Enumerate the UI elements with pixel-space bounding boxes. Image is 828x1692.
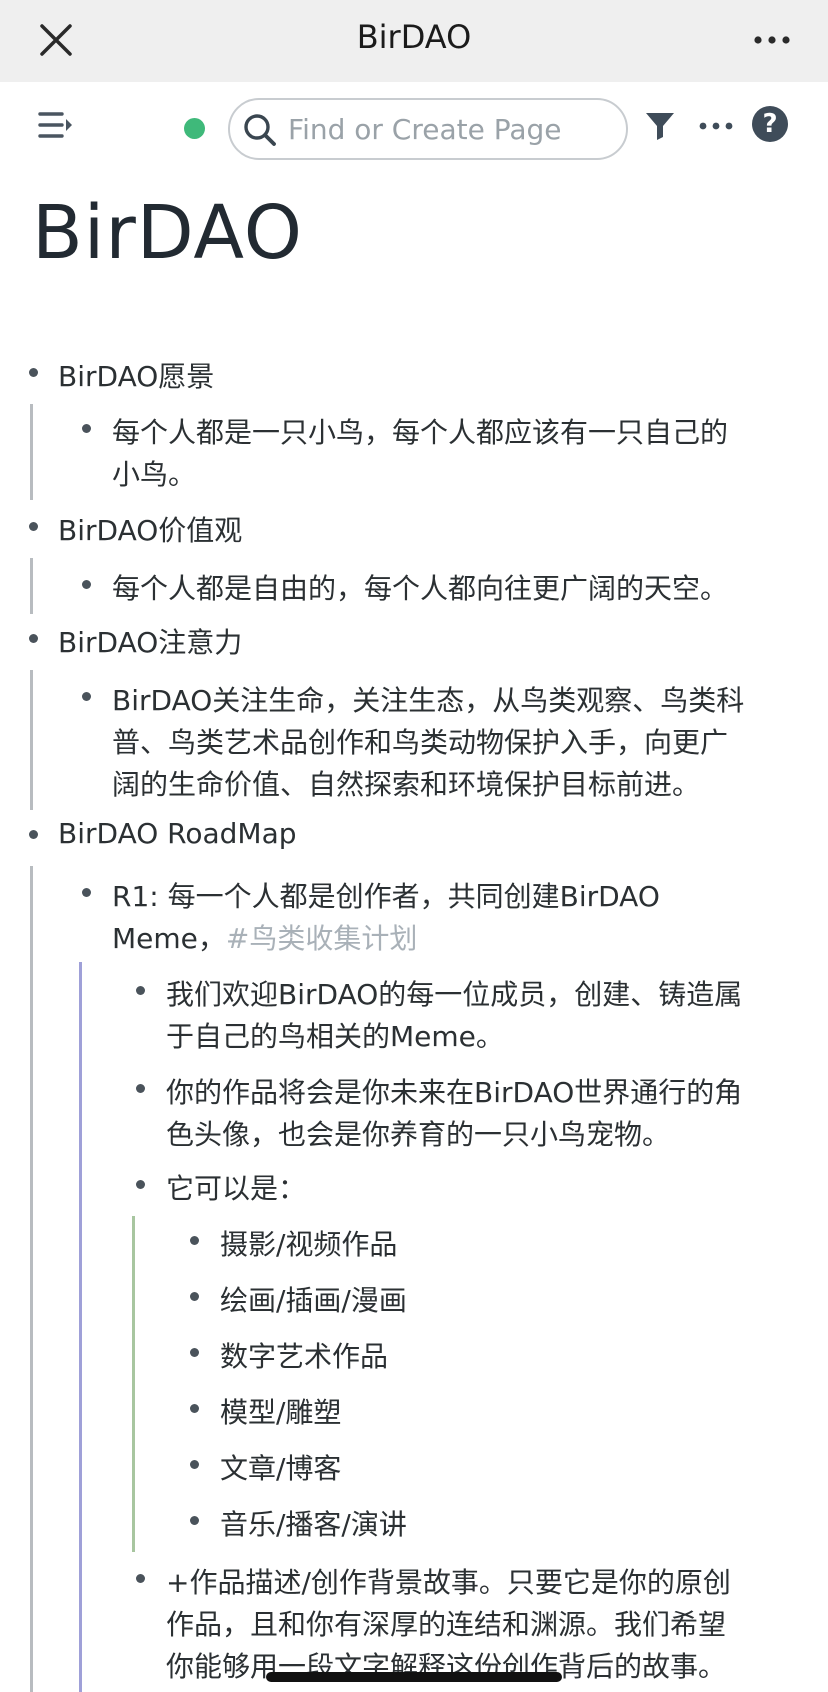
guide-bar [79,962,82,1692]
bullet[interactable] [29,830,38,839]
outline-item[interactable]: 它可以是： [166,1167,306,1207]
outline-item[interactable]: BirDAO价值观 [58,509,242,549]
bullet[interactable] [190,1404,199,1413]
guide-bar [30,866,33,1692]
bullet[interactable] [190,1292,199,1301]
home-indicator [266,1672,562,1682]
outline-item[interactable]: BirDAO愿景 [58,355,214,395]
outline-item[interactable]: 音乐/播客/演讲 [220,1503,407,1543]
bullet[interactable] [82,424,91,433]
outline-item[interactable]: 摄影/视频作品 [220,1223,397,1263]
outline-item[interactable]: 你的作品将会是你未来在BirDAO世界通行的角 [166,1071,742,1111]
outline-item[interactable]: BirDAO关注生命，关注生态，从鸟类观察、鸟类科 [112,679,744,719]
outline-item[interactable]: 绘画/插画/漫画 [220,1279,407,1319]
bullet[interactable] [190,1516,199,1525]
outline-item[interactable]: Meme，#鸟类收集计划 [112,917,417,957]
guide-bar [30,404,33,500]
outline-item[interactable]: 于自己的鸟相关的Meme。 [166,1015,504,1055]
page-tag-link[interactable]: #鸟类收集计划 [226,922,417,955]
bullet[interactable] [190,1348,199,1357]
outline-item[interactable]: BirDAO注意力 [58,621,242,661]
guide-bar [132,1216,135,1552]
bullet[interactable] [29,634,38,643]
outline-item[interactable]: 色头像，也会是你养育的一只小鸟宠物。 [166,1113,670,1153]
outline-item[interactable]: R1: 每一个人都是创作者，共同创建BirDAO [112,875,660,915]
outline-text: Meme， [112,922,226,955]
outline-item[interactable]: 数字艺术作品 [220,1335,388,1375]
outline-item[interactable]: 我们欢迎BirDAO的每一位成员，创建、铸造属 [166,973,742,1013]
outline-item[interactable]: 每个人都是一只小鸟，每个人都应该有一只自己的 [112,411,728,451]
outline-item[interactable]: 普、鸟类艺术品创作和鸟类动物保护入手，向更广 [112,721,728,761]
bullet[interactable] [29,368,38,377]
bullet[interactable] [136,986,145,995]
outline-item[interactable]: 文章/博客 [220,1447,341,1487]
outline-item[interactable]: +作品描述/创作背景故事。只要它是你的原创 [166,1561,731,1601]
outline-item[interactable]: 小鸟。 [112,453,196,493]
guide-bar [30,558,33,614]
guide-bar [30,670,33,810]
bullet[interactable] [29,522,38,531]
bullet[interactable] [190,1236,199,1245]
bullet[interactable] [82,692,91,701]
bullet[interactable] [82,580,91,589]
bullet[interactable] [82,888,91,897]
bullet[interactable] [190,1460,199,1469]
outline-item[interactable]: BirDAO RoadMap [58,817,297,850]
outline-item[interactable]: 作品，且和你有深厚的连结和渊源。我们希望 [166,1603,726,1643]
bullet[interactable] [136,1180,145,1189]
bullet[interactable] [136,1084,145,1093]
outline-item[interactable]: 模型/雕塑 [220,1391,341,1431]
outline: BirDAO愿景 每个人都是一只小鸟，每个人都应该有一只自己的 小鸟。 BirD… [0,0,828,1692]
bullet[interactable] [136,1574,145,1583]
outline-item[interactable]: 阔的生命价值、自然探索和环境保护目标前进。 [112,763,700,803]
outline-item[interactable]: 每个人都是自由的，每个人都向往更广阔的天空。 [112,567,728,607]
